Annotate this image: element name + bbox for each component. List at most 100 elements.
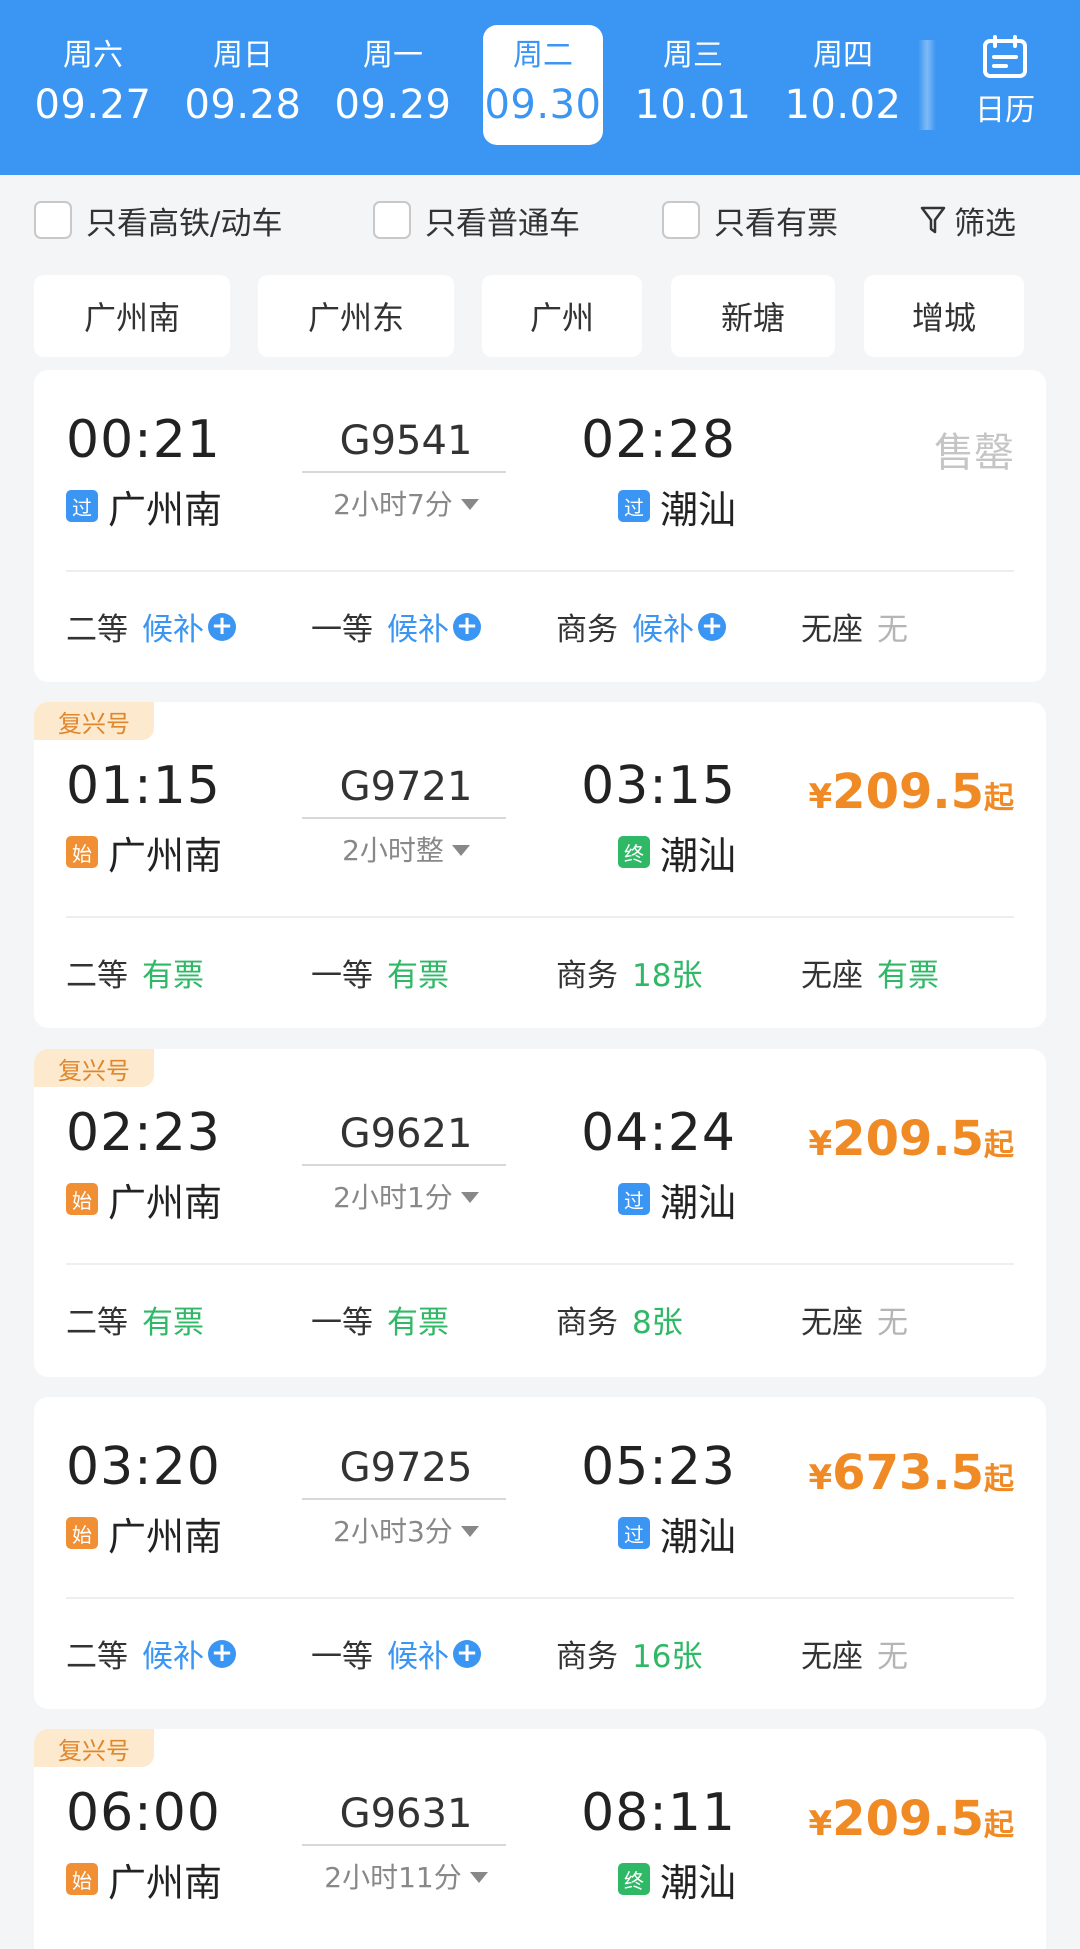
caret-down-icon xyxy=(460,1525,479,1537)
price[interactable]: ¥209.5起 xyxy=(809,1791,1015,1847)
seat-second-class[interactable]: 二等 候补 + xyxy=(66,604,236,649)
date-tab-weekday: 周六 xyxy=(63,38,123,73)
seat-value: 候补 xyxy=(387,1639,449,1675)
arrival-time: 08:11 xyxy=(581,1783,736,1843)
seat-value: 有票 xyxy=(387,1305,449,1341)
train-card[interactable]: 03:20 G9725 2小时3分 05:23 ¥673.5起 始广州南 过潮汕… xyxy=(34,1397,1046,1709)
checkbox[interactable] xyxy=(373,201,411,239)
seat-business-class[interactable]: 商务 16张 xyxy=(556,1631,702,1676)
date-bar: 周六 09.27 周日 09.28 周一 09.29 周二 09.30 周三 1… xyxy=(0,0,1080,175)
filter-regular[interactable]: 只看普通车 xyxy=(373,197,580,243)
seat-first-class[interactable]: 一等 有票 xyxy=(311,1297,449,1342)
plus-circle-icon: + xyxy=(208,612,236,641)
seat-first-class[interactable]: 一等 候补 + xyxy=(311,1631,481,1676)
price-suffix: 起 xyxy=(984,1128,1014,1163)
station-name: 广州南 xyxy=(108,1514,223,1559)
seat-business-class[interactable]: 商务 8张 xyxy=(556,1297,683,1342)
start-tag: 始 xyxy=(66,1183,98,1215)
price-value: 209.5 xyxy=(832,1111,984,1167)
seat-second-class[interactable]: 二等 候补 + xyxy=(66,1631,236,1676)
duration-toggle[interactable]: 2小时7分 xyxy=(304,483,508,523)
arrival-time: 04:24 xyxy=(581,1103,736,1163)
train-card[interactable]: 复兴号 01:15 G9721 2小时整 03:15 ¥209.5起 始广州南 … xyxy=(34,702,1046,1028)
station-chip-3[interactable]: 新塘 xyxy=(671,275,835,357)
plus-circle-icon: + xyxy=(698,612,726,641)
seat-second-class[interactable]: 二等 有票 xyxy=(66,1297,204,1342)
seat-label: 无座 xyxy=(801,1305,863,1341)
seat-no-seat[interactable]: 无座无 xyxy=(801,1631,908,1676)
date-tab-5[interactable]: 周四 10.02 xyxy=(783,25,903,145)
duration-text: 2小时整 xyxy=(342,834,444,867)
duration-text: 2小时11分 xyxy=(324,1861,462,1894)
seat-business-class[interactable]: 商务 18张 xyxy=(556,950,702,995)
date-tab-weekday: 周日 xyxy=(213,38,273,73)
filter-button[interactable]: 筛选 xyxy=(920,197,1016,243)
seat-second-class[interactable]: 二等 有票 xyxy=(66,950,204,995)
date-tab-0[interactable]: 周六 09.27 xyxy=(33,25,153,145)
filter-button-label: 筛选 xyxy=(954,205,1016,242)
date-tab-3-selected[interactable]: 周二 09.30 xyxy=(483,25,603,145)
duration-toggle[interactable]: 2小时3分 xyxy=(304,1510,508,1550)
arrival-time: 02:28 xyxy=(581,410,736,470)
seat-first-class[interactable]: 一等 候补 + xyxy=(311,604,481,649)
pass-tag: 过 xyxy=(618,1183,650,1215)
start-tag: 始 xyxy=(66,1517,98,1549)
checkbox[interactable] xyxy=(662,201,700,239)
date-tab-2[interactable]: 周一 09.29 xyxy=(333,25,453,145)
date-tab-weekday: 周三 xyxy=(663,38,723,73)
filter-high-speed-label: 只看高铁/动车 xyxy=(86,205,283,242)
price[interactable]: ¥209.5起 xyxy=(809,1111,1015,1167)
station-name: 潮汕 xyxy=(660,833,737,878)
seat-label: 一等 xyxy=(311,612,373,648)
seat-business-class[interactable]: 商务 候补 + xyxy=(556,604,726,649)
departure-time: 03:20 xyxy=(66,1437,221,1497)
station-chip-1[interactable]: 广州东 xyxy=(258,275,454,357)
train-card[interactable]: 00:21 G9541 2小时7分 02:28 售罄 过广州南 过潮汕 二等 候补… xyxy=(34,370,1046,682)
date-tab-weekday: 周四 xyxy=(813,38,873,73)
seat-no-seat[interactable]: 无座无 xyxy=(801,1297,908,1342)
seat-value: 候补 xyxy=(387,612,449,648)
station-chip-4[interactable]: 增城 xyxy=(864,275,1024,357)
duration-toggle[interactable]: 2小时1分 xyxy=(304,1176,508,1216)
price[interactable]: ¥209.5起 xyxy=(809,764,1015,820)
duration-toggle[interactable]: 2小时整 xyxy=(304,829,508,869)
train-number: G9631 xyxy=(339,1791,473,1837)
duration-toggle[interactable]: 2小时11分 xyxy=(304,1856,508,1896)
seat-label: 一等 xyxy=(311,1305,373,1341)
date-tab-weekday: 周二 xyxy=(513,38,573,73)
start-tag: 始 xyxy=(66,836,98,868)
seat-value: 候补 xyxy=(142,1639,204,1675)
pass-tag: 过 xyxy=(618,490,650,522)
calendar-button[interactable]: 日历 xyxy=(955,35,1055,140)
date-tab-1[interactable]: 周日 09.28 xyxy=(183,25,303,145)
train-number-underline xyxy=(302,471,506,473)
arrival-time: 03:15 xyxy=(581,756,736,816)
seat-first-class[interactable]: 一等 有票 xyxy=(311,950,449,995)
filter-available[interactable]: 只看有票 xyxy=(662,197,838,243)
price[interactable]: ¥673.5起 xyxy=(809,1445,1015,1501)
arrival-station: 过潮汕 xyxy=(618,1175,736,1225)
train-number: G9725 xyxy=(339,1445,473,1491)
train-number: G9721 xyxy=(339,764,473,810)
train-card[interactable]: 复兴号 06:00 G9631 2小时11分 08:11 ¥209.5起 始广州… xyxy=(34,1729,1046,1949)
station-chip-0[interactable]: 广州南 xyxy=(34,275,230,357)
train-card[interactable]: 复兴号 02:23 G9621 2小时1分 04:24 ¥209.5起 始广州南… xyxy=(34,1049,1046,1377)
departure-station: 始广州南 xyxy=(66,828,222,878)
seat-no-seat[interactable]: 无座 有票 xyxy=(801,950,939,995)
checkbox[interactable] xyxy=(34,201,72,239)
date-tab-4[interactable]: 周三 10.01 xyxy=(633,25,753,145)
filter-high-speed[interactable]: 只看高铁/动车 xyxy=(34,197,282,243)
seat-label: 一等 xyxy=(311,1639,373,1675)
station-chip-2[interactable]: 广州 xyxy=(482,275,642,357)
date-bar-divider xyxy=(918,40,936,130)
train-number-underline xyxy=(302,817,506,819)
seat-label: 无座 xyxy=(801,958,863,994)
caret-down-icon xyxy=(460,498,479,510)
fuxing-badge: 复兴号 xyxy=(34,1729,154,1767)
currency-symbol: ¥ xyxy=(808,1804,833,1844)
date-tab-weekday: 周一 xyxy=(363,38,423,73)
station-name: 潮汕 xyxy=(660,1514,737,1559)
seat-value: 候补 xyxy=(142,612,204,648)
seat-no-seat[interactable]: 无座无 xyxy=(801,604,908,649)
seat-label: 二等 xyxy=(66,958,128,994)
